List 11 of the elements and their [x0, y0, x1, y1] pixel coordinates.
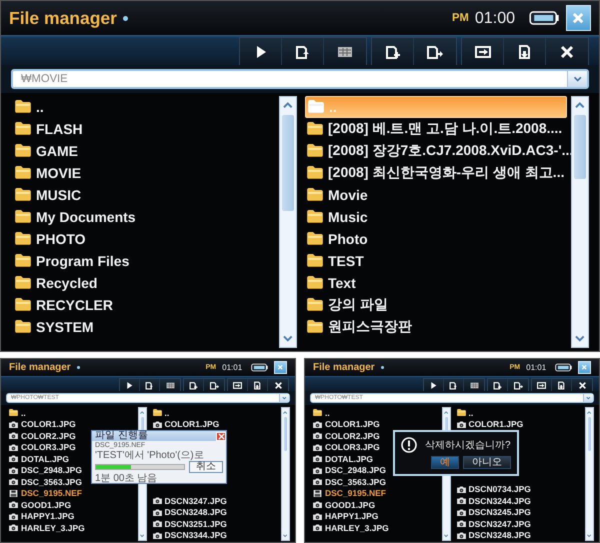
dialog-title: 파일 진행률: [95, 431, 149, 441]
clock-time: 01:01: [222, 363, 242, 372]
clock-time: 01:01: [526, 363, 546, 372]
app-title: File manager: [313, 362, 375, 373]
progress-message: 'TEST'에서 'Photo'(으)로: [94, 450, 205, 461]
time-remaining: 1분 00초 남음: [94, 473, 158, 484]
app-title: File manager: [9, 362, 71, 373]
clock-time: 01:00: [474, 8, 516, 28]
am-pm-label: PM: [452, 12, 469, 24]
confirm-message: 삭제하시겠습니까?: [425, 439, 511, 452]
app-title: File manager: [9, 8, 117, 28]
